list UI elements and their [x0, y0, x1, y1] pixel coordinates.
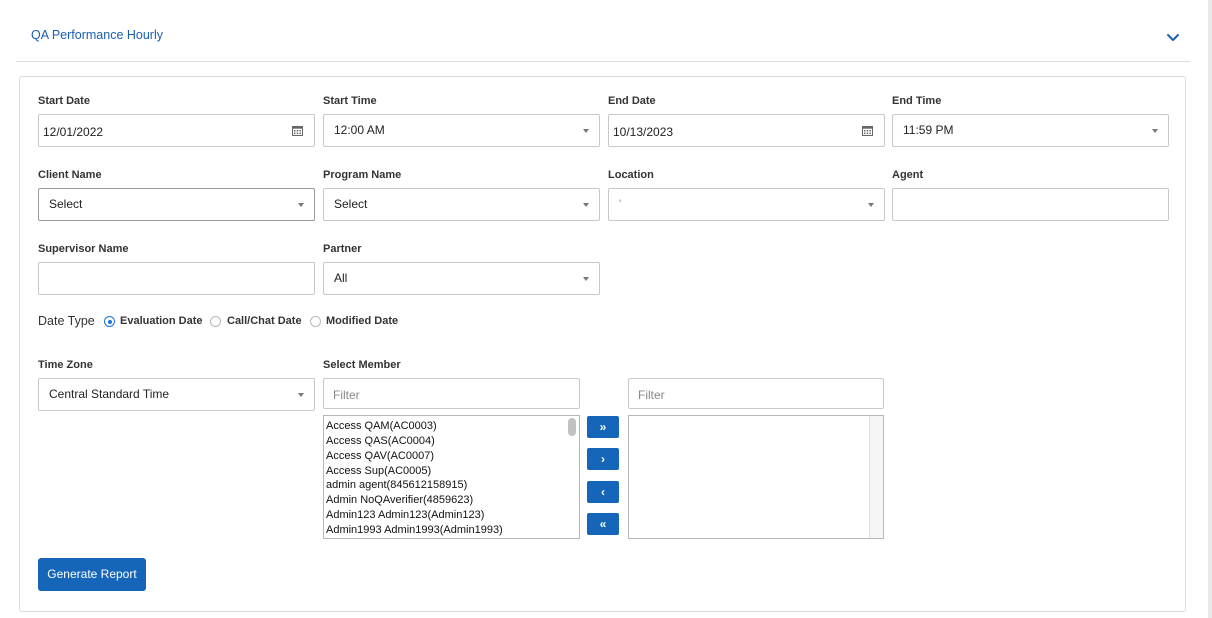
time-zone-label: Time Zone: [38, 359, 93, 371]
end-date-label: End Date: [608, 95, 656, 107]
location-select[interactable]: ': [608, 188, 885, 221]
caret-down-icon: [583, 129, 589, 133]
radio-modified-date[interactable]: [310, 316, 321, 327]
partner-value: All: [334, 271, 348, 285]
selected-members-list[interactable]: [628, 415, 884, 539]
available-filter-input[interactable]: Filter: [323, 378, 580, 409]
location-label: Location: [608, 169, 654, 181]
move-all-left-button[interactable]: «: [587, 513, 619, 535]
caret-down-icon: [583, 277, 589, 281]
program-name-label: Program Name: [323, 169, 402, 181]
list-item[interactable]: Access QAS(AC0004): [326, 435, 435, 447]
start-time-select[interactable]: 12:00 AM: [323, 114, 600, 147]
generate-report-button[interactable]: Generate Report: [38, 558, 146, 591]
time-zone-value: Central Standard Time: [49, 387, 170, 401]
list-item[interactable]: Access Sup(AC0005): [326, 465, 431, 477]
available-filter-placeholder: Filter: [333, 388, 360, 402]
radio-evaluation-date[interactable]: [104, 316, 115, 327]
caret-down-icon: [298, 393, 304, 397]
start-date-input[interactable]: 12/01/2022: [38, 114, 315, 147]
caret-down-icon: [1152, 129, 1158, 133]
end-time-value: 11:59 PM: [903, 123, 954, 137]
start-time-label: Start Time: [323, 95, 377, 107]
selected-filter-input[interactable]: Filter: [628, 378, 884, 409]
client-name-select[interactable]: Select: [38, 188, 315, 221]
program-name-select[interactable]: Select: [323, 188, 600, 221]
start-date-label: Start Date: [38, 95, 90, 107]
list-scrollbar[interactable]: [869, 416, 883, 538]
panel-header[interactable]: QA Performance Hourly: [16, 14, 1190, 62]
select-member-label: Select Member: [323, 359, 401, 371]
list-item[interactable]: Admin NoQAverifier(4859623): [326, 494, 473, 506]
supervisor-name-input[interactable]: [38, 262, 315, 295]
caret-down-icon: [298, 203, 304, 207]
move-left-button[interactable]: ‹: [587, 481, 619, 503]
move-all-right-button[interactable]: »: [587, 416, 619, 438]
start-date-value: 12/01/2022: [43, 125, 104, 139]
radio-evaluation-date-label[interactable]: Evaluation Date: [120, 315, 203, 327]
start-time-value: 12:00 AM: [334, 123, 385, 137]
partner-label: Partner: [323, 243, 362, 255]
partner-select[interactable]: All: [323, 262, 600, 295]
scroll-edge: [1208, 0, 1212, 618]
list-item[interactable]: Admin1993 Admin1993(Admin1993): [326, 524, 503, 536]
end-time-select[interactable]: 11:59 PM: [892, 114, 1169, 147]
radio-call-chat-date[interactable]: [210, 316, 221, 327]
list-scrollbar-thumb[interactable]: [568, 418, 576, 436]
list-item[interactable]: Admin123 Admin123(Admin123): [326, 509, 484, 521]
calendar-icon[interactable]: [862, 125, 873, 136]
list-scrollbar[interactable]: [565, 416, 579, 538]
list-item[interactable]: Access QAM(AC0003): [326, 420, 437, 432]
client-name-value: Select: [49, 197, 83, 211]
page: QA Performance Hourly Start Date Start T…: [0, 0, 1212, 618]
caret-down-icon: [868, 203, 874, 207]
radio-modified-date-label[interactable]: Modified Date: [326, 315, 398, 327]
panel-title: QA Performance Hourly: [31, 28, 163, 42]
list-item[interactable]: admin agent(845612158915): [326, 479, 467, 491]
agent-label: Agent: [892, 169, 924, 181]
date-type-label: Date Type: [38, 314, 95, 328]
chevron-down-icon[interactable]: [1164, 28, 1182, 46]
caret-down-icon: [583, 203, 589, 207]
client-name-label: Client Name: [38, 169, 102, 181]
time-zone-select[interactable]: Central Standard Time: [38, 378, 315, 411]
available-members-list[interactable]: Access QAM(AC0003) Access QAS(AC0004) Ac…: [323, 415, 580, 539]
end-time-label: End Time: [892, 95, 942, 107]
calendar-icon[interactable]: [292, 125, 303, 136]
agent-input[interactable]: [892, 188, 1169, 221]
selected-filter-placeholder: Filter: [638, 388, 665, 402]
end-date-input[interactable]: 10/13/2023: [608, 114, 885, 147]
move-right-button[interactable]: ›: [587, 448, 619, 470]
supervisor-name-label: Supervisor Name: [38, 243, 129, 255]
list-item[interactable]: Access QAV(AC0007): [326, 450, 434, 462]
end-date-value: 10/13/2023: [613, 125, 674, 139]
location-value: ': [619, 197, 622, 211]
program-name-value: Select: [334, 197, 368, 211]
radio-call-chat-date-label[interactable]: Call/Chat Date: [227, 315, 302, 327]
